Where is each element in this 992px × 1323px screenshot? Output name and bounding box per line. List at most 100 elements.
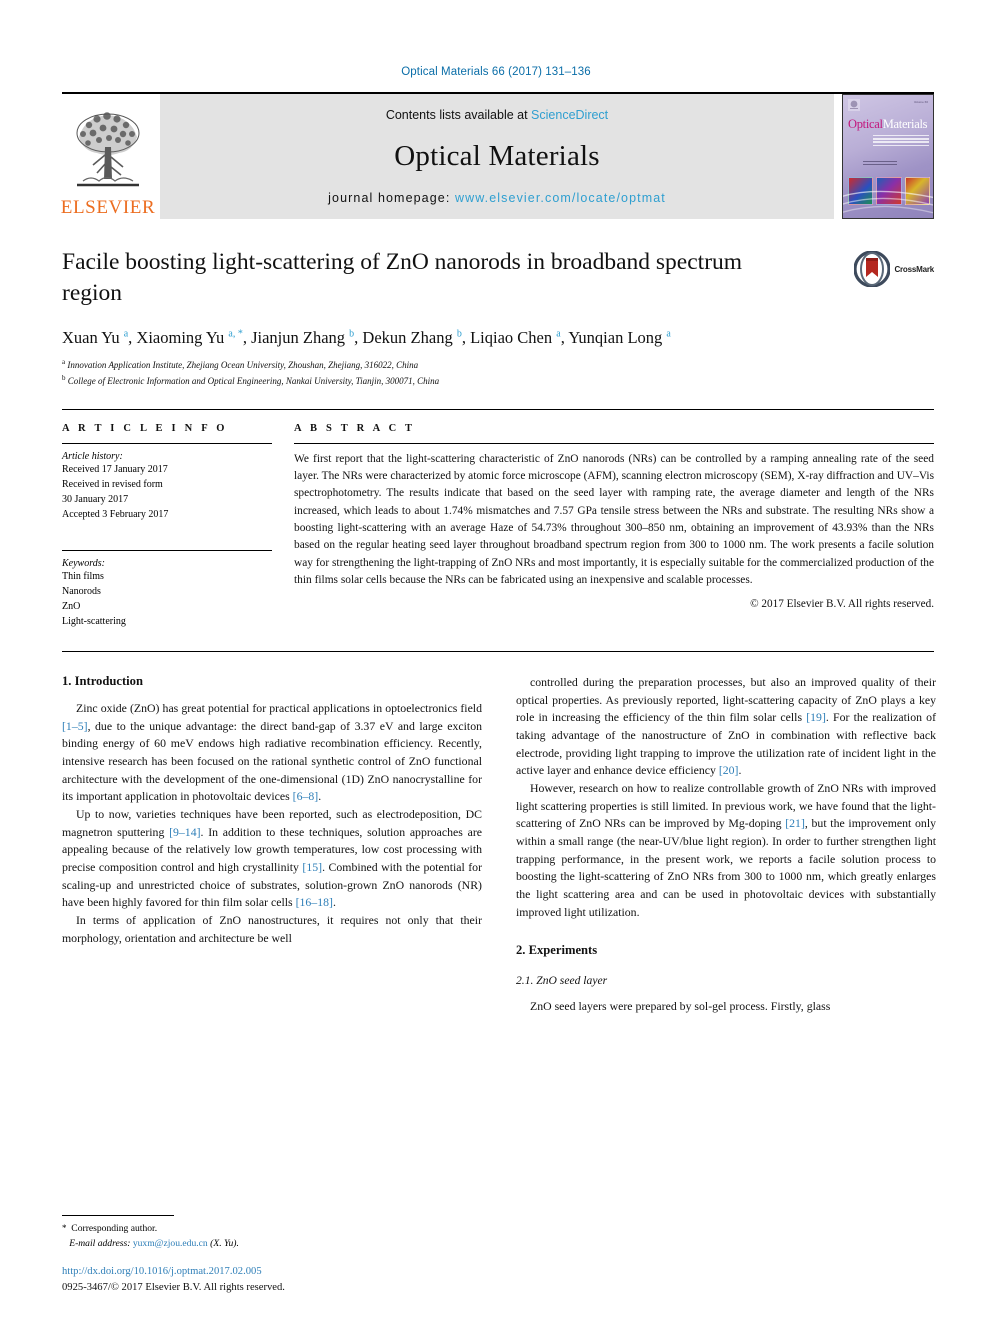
doi-link[interactable]: http://dx.doi.org/10.1016/j.optmat.2017.… <box>62 1264 522 1279</box>
cover-editor-lines <box>863 161 897 167</box>
affiliation-text: Innovation Application Institute, Zhejia… <box>67 359 419 370</box>
email-suffix: (X. Yu). <box>210 1237 239 1249</box>
body-left-column: 1. Introduction Zinc oxide (ZnO) has gre… <box>62 674 482 1016</box>
abstract-column: A B S T R A C T We first report that the… <box>294 423 934 629</box>
info-abstract-block: A R T I C L E I N F O Article history: R… <box>62 408 934 629</box>
corresponding-author-footnote: * Corresponding author. E-mail address: … <box>62 1215 482 1251</box>
citation-link[interactable]: [16–18] <box>296 895 333 909</box>
author-name: Dekun Zhang <box>362 327 453 347</box>
journal-homepage-link[interactable]: www.elsevier.com/locate/optmat <box>455 191 666 205</box>
contents-lists-line: Contents lists available at ScienceDirec… <box>386 108 608 122</box>
citation-link[interactable]: [6–8] <box>293 789 319 803</box>
affiliation-item: b College of Electronic Information and … <box>62 373 934 389</box>
affiliation-item: a Innovation Application Institute, Zhej… <box>62 357 934 373</box>
email-link[interactable]: yuxm@zjou.edu.cn <box>133 1238 208 1249</box>
paper-page: Optical Materials 66 (2017) 131–136 ELSE… <box>0 0 992 1323</box>
body-divider <box>62 650 934 652</box>
author-item: Xiaoming Yu a, * <box>136 328 242 347</box>
email-line: E-mail address: yuxm@zjou.edu.cn (X. Yu)… <box>62 1237 482 1251</box>
author-mark: b <box>456 328 462 339</box>
cover-wave-graphic <box>843 190 933 214</box>
article-history-item: Accepted 3 February 2017 <box>62 508 169 520</box>
email-label: E-mail address: <box>69 1237 131 1249</box>
body-paragraph: controlled during the preparation proces… <box>516 674 937 778</box>
citation-link[interactable]: [20] <box>719 763 739 777</box>
author-mark: a <box>666 328 671 339</box>
section-heading-introduction: 1. Introduction <box>62 673 143 688</box>
subsection-heading-seed-layer: 2.1. ZnO seed layer <box>516 974 608 988</box>
citation-link[interactable]: [9–14] <box>169 825 200 839</box>
author-item: Jianjun Zhang b <box>251 328 354 347</box>
elsevier-tree-icon <box>76 112 140 187</box>
body-paragraph: Zinc oxide (ZnO) has great potential for… <box>62 700 482 804</box>
affiliation-list: a Innovation Application Institute, Zhej… <box>62 357 934 389</box>
journal-homepage-label: journal homepage: <box>328 191 455 205</box>
article-history-item: Received in revised form <box>62 478 163 490</box>
crossmark-badge[interactable]: CrossMark <box>854 251 934 287</box>
citation-link[interactable]: [21] <box>785 816 805 830</box>
page-footer: http://dx.doi.org/10.1016/j.optmat.2017.… <box>62 1264 522 1295</box>
abstract-copyright: © 2017 Elsevier B.V. All rights reserved… <box>750 598 934 611</box>
journal-title: Optical Materials <box>394 140 600 172</box>
keyword-item: ZnO <box>62 600 81 612</box>
issn-copyright: 0925-3467/© 2017 Elsevier B.V. All right… <box>62 1281 285 1293</box>
keywords-block: Keywords: Thin films Nanorods ZnO Light-… <box>62 549 272 629</box>
crossmark-icon <box>854 251 891 287</box>
footnote-divider <box>62 1215 174 1217</box>
abstract-text: We first report that the light-scatterin… <box>294 452 934 587</box>
keyword-item: Nanorods <box>62 585 101 597</box>
author-item: Xuan Yu a <box>62 328 128 347</box>
section-heading-experiments: 2. Experiments <box>516 943 598 958</box>
corresponding-author-text: Corresponding author. <box>71 1223 158 1235</box>
keyword-item: Thin films <box>62 570 104 582</box>
page-title: Facile boosting light-scattering of ZnO … <box>62 249 743 307</box>
author-name: Xiaoming Yu <box>136 327 225 347</box>
journal-homepage-line: journal homepage: www.elsevier.com/locat… <box>328 191 666 205</box>
asterisk-icon: * <box>62 1223 67 1234</box>
corresponding-author-line: * Corresponding author. <box>62 1222 482 1236</box>
title-area: Facile boosting light-scattering of ZnO … <box>62 247 934 389</box>
contents-lists-prefix: Contents lists available at <box>385 108 532 122</box>
article-history-item: 30 January 2017 <box>62 493 129 505</box>
citation-link[interactable]: [1–5] <box>62 719 88 733</box>
elsevier-logo: ELSEVIER <box>60 94 156 219</box>
elsevier-wordmark: ELSEVIER <box>60 197 156 218</box>
author-name: Jianjun Zhang <box>251 327 346 347</box>
running-head: Optical Materials 66 (2017) 131–136 <box>401 66 591 78</box>
body-paragraph: In terms of application of ZnO nanostruc… <box>62 913 482 945</box>
journal-cover-thumbnail: Volume 66 OpticalMaterials <box>842 94 934 219</box>
citation-link[interactable]: [15] <box>302 860 322 874</box>
article-info-heading: A R T I C L E I N F O <box>62 422 228 434</box>
cover-issue-text: Volume 66 <box>913 100 928 104</box>
author-mark: a, * <box>228 328 243 339</box>
body-paragraph: However, research on how to realize cont… <box>516 780 936 919</box>
author-name: Yunqian Long <box>568 327 663 347</box>
crossmark-label: CrossMark <box>894 264 934 274</box>
author-mark: a <box>123 328 129 339</box>
author-list: Xuan Yu a, Xiaoming Yu a, *, Jianjun Zha… <box>62 327 671 347</box>
body-paragraph: Up to now, varieties techniques have bee… <box>62 806 483 910</box>
divider <box>62 442 272 444</box>
affiliation-text: College of Electronic Information and Op… <box>67 375 440 386</box>
author-name: Xuan Yu <box>62 327 120 347</box>
article-history-item: Received 17 January 2017 <box>62 463 168 475</box>
keywords-label: Keywords: <box>62 557 105 569</box>
citation-link[interactable]: [19] <box>806 710 826 724</box>
body-columns: 1. Introduction Zinc oxide (ZnO) has gre… <box>62 674 936 1016</box>
cover-title-part2: Materials <box>882 117 928 131</box>
author-item: Liqiao Chen a <box>470 328 561 347</box>
author-mark: a <box>556 328 561 339</box>
body-paragraph: ZnO seed layers were prepared by sol-gel… <box>530 999 831 1014</box>
author-item: Dekun Zhang b <box>362 328 461 347</box>
journal-masthead: ELSEVIER Contents lists available at Sci… <box>60 92 934 219</box>
journal-banner: Contents lists available at ScienceDirec… <box>160 94 834 219</box>
sciencedirect-link[interactable]: ScienceDirect <box>531 108 608 122</box>
keyword-item: Light-scattering <box>62 615 126 627</box>
abstract-heading: A B S T R A C T <box>294 422 416 434</box>
author-name: Liqiao Chen <box>470 327 553 347</box>
author-mark: b <box>349 328 355 339</box>
body-right-column: controlled during the preparation proces… <box>516 674 936 1016</box>
author-item: Yunqian Long a <box>568 328 671 347</box>
cover-elsevier-icon <box>848 99 860 111</box>
divider <box>62 549 272 551</box>
